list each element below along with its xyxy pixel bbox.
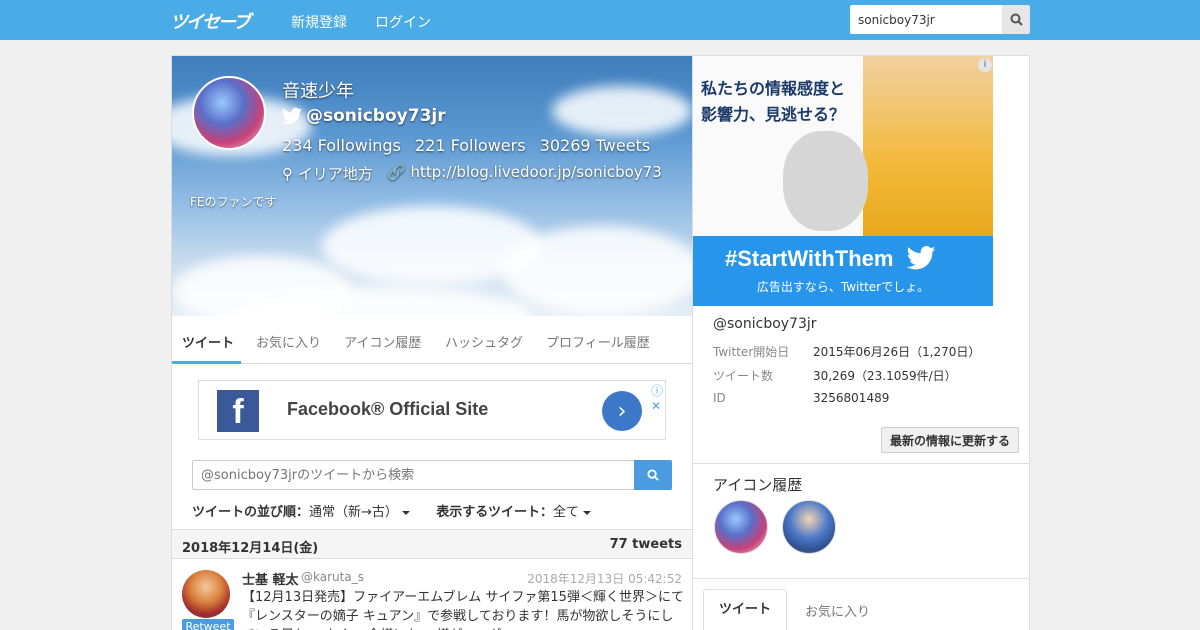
sort-order-label: ツイートの並び順：	[192, 505, 310, 520]
tab-hashtags[interactable]: ハッシュタグ	[445, 332, 523, 351]
location-pin-icon: ⚲	[282, 165, 293, 183]
sort-controls: ツイートの並び順：通常（新→古） 表示するツイート：全て	[192, 501, 591, 520]
retweet-badge: Retweet	[182, 619, 234, 630]
info-row-tweet-count: ツイート数 30,269（23.1059件/日）	[713, 369, 957, 383]
ad-dog-image	[783, 131, 868, 231]
tweet-search-button[interactable]	[634, 460, 672, 490]
chevron-down-icon[interactable]	[401, 510, 410, 515]
profile-name: 音速少年	[282, 81, 354, 102]
facebook-ad[interactable]: f Facebook® Official Site › ⓘ ✕	[198, 380, 666, 440]
side-tab-favorites[interactable]: お気に入り	[805, 601, 870, 620]
date-header: 2018年12月14日(金) 77 tweets	[172, 529, 692, 559]
profile-location: ⚲ イリア地方	[282, 163, 373, 184]
ad-arrow-button[interactable]: ›	[602, 391, 642, 431]
tab-profile-history[interactable]: プロフィール履歴	[546, 332, 650, 351]
ad-hashtag: #StartWithThem	[725, 246, 936, 272]
tweet-search-input[interactable]	[192, 460, 635, 490]
tweet-avatar[interactable]	[182, 570, 230, 618]
divider	[693, 578, 1029, 579]
tab-favorites[interactable]: お気に入り	[256, 332, 321, 351]
ad-close-icon[interactable]: ⓘ ✕	[651, 382, 665, 413]
signup-link[interactable]: 新規登録	[291, 12, 347, 32]
history-icon[interactable]	[714, 500, 768, 554]
tweets-count: 30269 Tweets	[539, 136, 651, 155]
tab-tweets[interactable]: ツイート	[182, 332, 234, 351]
link-icon: 🔗	[387, 163, 406, 181]
ad-image: 私たちの情報感度と 影響力、見逃せる？	[693, 56, 993, 236]
user-search-input[interactable]	[850, 5, 1002, 34]
location-text: イリア地方	[297, 165, 373, 183]
side-tab-tweets[interactable]: ツイート	[703, 589, 787, 630]
tweet-filter-label: 表示するツイート：	[436, 505, 553, 520]
sort-order-dropdown[interactable]: 通常（新→古）	[309, 505, 398, 520]
profile-stats: 234 Followings 221 Followers 30269 Tweet…	[282, 136, 659, 155]
main-column: 音速少年 @sonicboy73jr 234 Followings 221 Fo…	[171, 55, 693, 630]
profile-bio: FEのファンです	[190, 195, 277, 209]
icon-history-title: アイコン履歴	[713, 476, 803, 494]
active-tab-indicator	[172, 361, 241, 364]
tab-icon-history[interactable]: アイコン履歴	[344, 332, 421, 351]
tweet-timestamp[interactable]: 2018年12月13日 05:42:52	[527, 570, 682, 587]
facebook-logo-icon: f	[217, 390, 259, 432]
twitter-ad[interactable]: 私たちの情報感度と 影響力、見逃せる？ #StartWithThem 広告出すな…	[693, 56, 993, 306]
followers-count: 221 Followers	[414, 136, 526, 155]
search-icon	[647, 469, 659, 481]
side-handle: @sonicboy73jr	[713, 316, 817, 332]
top-navbar: ツイセーブ 新規登録 ログイン	[0, 0, 1200, 40]
url-text[interactable]: http://blog.livedoor.jp/sonicboy73	[410, 163, 661, 181]
tweet-author-handle[interactable]: @karuta_s	[301, 570, 364, 584]
info-row-start-date: Twitter開始日 2015年06月26日（1,270日）	[713, 345, 981, 359]
ad-headline: 私たちの情報感度と 影響力、見逃せる？	[701, 79, 846, 124]
login-link[interactable]: ログイン	[375, 12, 431, 32]
profile-avatar	[192, 76, 266, 150]
ad-banner-bottom: #StartWithThem 広告出すなら、Twitterでしょ。	[693, 236, 993, 306]
ad-person-image	[863, 56, 993, 236]
user-search-button[interactable]	[1002, 5, 1030, 34]
profile-tabs: ツイート お気に入り アイコン履歴 ハッシュタグ プロフィール履歴	[172, 316, 692, 364]
side-tabs: ツイート お気に入り	[703, 589, 1019, 630]
site-logo[interactable]: ツイセーブ	[170, 8, 251, 34]
tweet-count-label: 77 tweets	[609, 537, 682, 552]
followings-count: 234 Followings	[282, 136, 401, 155]
profile-url[interactable]: 🔗 http://blog.livedoor.jp/sonicboy73	[387, 163, 662, 181]
profile-handle[interactable]: @sonicboy73jr	[306, 106, 446, 126]
ad-info-icon[interactable]: i	[978, 58, 992, 72]
side-column: 私たちの情報感度と 影響力、見逃せる？ #StartWithThem 広告出すな…	[692, 55, 1030, 630]
search-icon	[1010, 13, 1023, 26]
profile-banner: 音速少年 @sonicboy73jr 234 Followings 221 Fo…	[172, 56, 692, 316]
info-row-id: ID 3256801489	[713, 391, 890, 405]
date-label: 2018年12月14日(金)	[182, 541, 319, 556]
twitter-bird-icon	[282, 107, 302, 124]
tweet-text: 【12月13日発売】ファイアーエムブレム サイファ第15弾＜輝く世界＞にて『レン…	[242, 590, 684, 630]
ad-subtext: 広告出すなら、Twitterでしょ。	[756, 280, 930, 294]
update-info-button[interactable]: 最新の情報に更新する	[881, 427, 1019, 453]
history-icon[interactable]	[782, 500, 836, 554]
twitter-bird-icon	[906, 246, 936, 270]
divider	[693, 463, 1029, 464]
chevron-down-icon[interactable]	[582, 510, 591, 515]
ad-title[interactable]: Facebook® Official Site	[287, 399, 488, 420]
tweet-author-name[interactable]: 士基 軽太	[242, 569, 299, 588]
tweet-filter-dropdown[interactable]: 全て	[553, 505, 579, 520]
